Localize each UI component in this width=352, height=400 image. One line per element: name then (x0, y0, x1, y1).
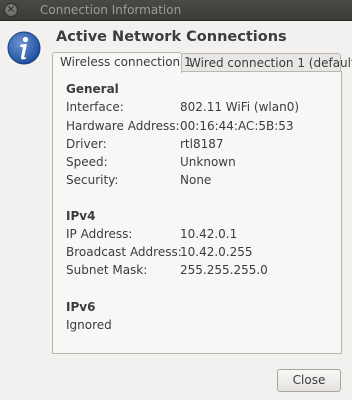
driver-value: rtl8187 (180, 137, 224, 151)
close-button[interactable]: Close (277, 369, 341, 392)
close-button-label: Close (292, 373, 326, 387)
tab-wired-connection-1[interactable]: Wired connection 1 (default) (181, 53, 352, 72)
section-ipv6-title: IPv6 (66, 300, 96, 314)
section-ipv4-title: IPv4 (66, 209, 96, 223)
subnet-mask-value: 255.255.255.0 (180, 263, 268, 277)
ip-address-value: 10.42.0.1 (180, 227, 238, 241)
tab-wireless-connection-1[interactable]: Wireless connection 1 (52, 52, 192, 73)
section-general-title: General (66, 82, 119, 96)
interface-label: Interface: (66, 100, 124, 114)
tab-label: Wireless connection 1 (60, 55, 192, 69)
hardware-address-value: 00:16:44:AC:5B:53 (180, 119, 294, 133)
interface-value: 802.11 WiFi (wlan0) (180, 100, 300, 114)
window-titlebar: × Connection Information (0, 0, 352, 21)
security-value: None (180, 173, 212, 187)
page-title: Active Network Connections (56, 29, 287, 45)
close-icon: × (6, 4, 16, 15)
hardware-address-label: Hardware Address: (66, 119, 180, 133)
ipv6-status: Ignored (66, 318, 112, 332)
window-close-button[interactable]: × (4, 3, 18, 17)
subnet-mask-label: Subnet Mask: (66, 263, 148, 277)
driver-label: Driver: (66, 137, 107, 151)
security-label: Security: (66, 173, 119, 187)
tab-label: Wired connection 1 (default) (189, 56, 352, 70)
speed-label: Speed: (66, 155, 108, 169)
window-title: Connection Information (40, 3, 182, 17)
ip-address-label: IP Address: (66, 227, 133, 241)
broadcast-address-label: Broadcast Address: (66, 245, 182, 259)
broadcast-address-value: 10.42.0.255 (180, 245, 253, 259)
info-icon (7, 31, 41, 65)
speed-value: Unknown (180, 155, 236, 169)
